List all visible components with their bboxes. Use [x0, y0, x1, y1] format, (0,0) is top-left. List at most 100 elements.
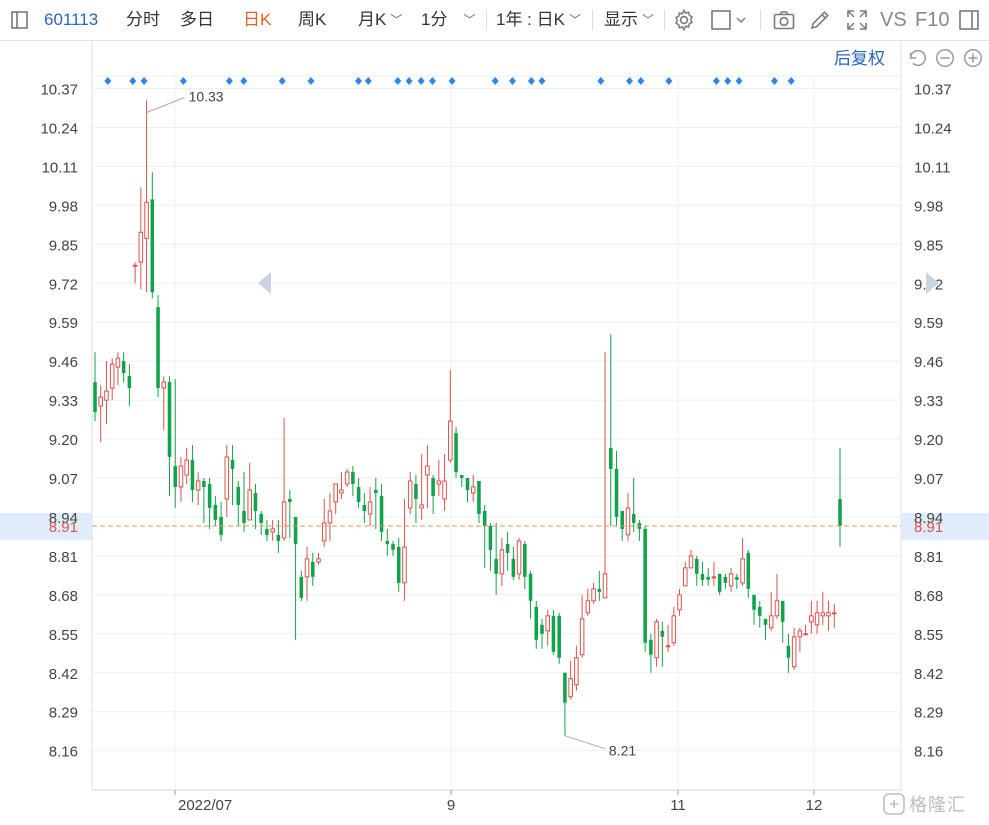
undo-icon[interactable] — [906, 47, 928, 69]
candle-body[interactable] — [419, 504, 424, 509]
candle-body[interactable] — [202, 480, 206, 487]
candle-body[interactable] — [465, 478, 470, 490]
candle-body[interactable] — [448, 420, 453, 461]
event-marker[interactable] — [179, 77, 187, 85]
candle-body[interactable] — [682, 567, 688, 587]
candle-body[interactable] — [516, 540, 522, 575]
candle-body[interactable] — [763, 618, 768, 625]
f10-button[interactable]: F10 — [915, 0, 949, 40]
event-marker[interactable] — [428, 77, 436, 85]
candle-body[interactable] — [585, 600, 591, 614]
candle-body[interactable] — [665, 645, 671, 648]
candle-body[interactable] — [454, 433, 458, 473]
candle-body[interactable] — [470, 486, 476, 494]
candle-body[interactable] — [563, 672, 567, 703]
candle-body[interactable] — [568, 678, 573, 698]
candle-body[interactable] — [625, 507, 631, 536]
candle-body[interactable] — [344, 471, 350, 485]
candle-body[interactable] — [436, 480, 442, 485]
event-marker[interactable] — [735, 77, 743, 85]
event-marker[interactable] — [129, 77, 137, 85]
candle-body[interactable] — [551, 615, 556, 652]
candle-body[interactable] — [694, 558, 699, 574]
candle-body[interactable] — [333, 483, 338, 503]
candle-body[interactable] — [511, 558, 516, 577]
candle-body[interactable] — [414, 483, 418, 499]
candle-body[interactable] — [144, 201, 149, 239]
candle-body[interactable] — [236, 486, 241, 505]
candle-body[interactable] — [597, 588, 602, 592]
camera-icon[interactable] — [772, 8, 796, 32]
event-marker[interactable] — [597, 77, 605, 85]
vs-button[interactable]: VS — [880, 0, 907, 40]
event-marker[interactable] — [771, 77, 778, 85]
pencil-icon[interactable] — [808, 8, 832, 32]
chart-area[interactable]: 10.37 10.37 10.24 10.24 10.11 10.11 9.98 9.98 9.… — [0, 0, 989, 825]
candle-body[interactable] — [247, 489, 253, 521]
candle-body[interactable] — [327, 510, 333, 524]
candle-body[interactable] — [281, 501, 287, 539]
candle-body[interactable] — [270, 528, 275, 533]
adjust-button[interactable]: 后复权 — [834, 46, 885, 72]
candle-body[interactable] — [213, 504, 218, 520]
candle-body[interactable] — [499, 549, 505, 575]
candle-body[interactable] — [677, 594, 682, 611]
candle-body[interactable] — [768, 615, 774, 629]
candle-body[interactable] — [523, 543, 527, 577]
candle-body[interactable] — [735, 576, 739, 580]
event-marker[interactable] — [364, 77, 372, 85]
candle-body[interactable] — [752, 594, 756, 610]
tab-intraday[interactable]: 分时 — [126, 0, 160, 40]
candle-body[interactable] — [293, 516, 298, 544]
candle-body[interactable] — [757, 606, 762, 616]
stock-code[interactable]: 601113 — [44, 0, 98, 40]
tab-multi-day[interactable]: 多日 — [180, 0, 214, 40]
tab-1-minute[interactable]: 1分 ﹀ — [421, 0, 475, 40]
candle-body[interactable] — [98, 396, 104, 407]
candle-body[interactable] — [362, 504, 367, 511]
candle-body[interactable] — [826, 612, 831, 617]
tab-weekly-k[interactable]: 周K — [298, 0, 326, 40]
event-marker[interactable] — [448, 77, 456, 85]
event-marker[interactable] — [240, 77, 248, 85]
candle-body[interactable] — [482, 510, 487, 526]
candle-body[interactable] — [288, 498, 292, 502]
event-marker[interactable] — [538, 77, 546, 85]
candle-body[interactable] — [643, 528, 647, 643]
candle-body[interactable] — [831, 612, 837, 615]
event-marker[interactable] — [354, 77, 362, 85]
candle-body[interactable] — [259, 513, 263, 523]
candle-body[interactable] — [711, 576, 717, 579]
candle-body[interactable] — [688, 555, 694, 569]
candle-body[interactable] — [631, 513, 636, 523]
candle-body[interactable] — [746, 552, 751, 589]
gear-icon[interactable] — [672, 8, 696, 32]
candle-body[interactable] — [505, 543, 510, 553]
candle-body[interactable] — [786, 645, 791, 658]
candle-body[interactable] — [93, 382, 97, 413]
candle-body[interactable] — [242, 510, 246, 523]
candle-body[interactable] — [431, 478, 435, 496]
candle-body[interactable] — [809, 615, 814, 623]
event-marker[interactable] — [626, 77, 634, 85]
event-marker[interactable] — [307, 77, 315, 85]
candle-body[interactable] — [728, 573, 734, 587]
candle-body[interactable] — [156, 307, 160, 389]
fullscreen-icon[interactable] — [845, 8, 869, 32]
candle-body[interactable] — [127, 376, 132, 389]
candle-body[interactable] — [195, 480, 201, 491]
candle-body[interactable] — [774, 600, 780, 617]
candlestick-chart[interactable]: 10.37 10.37 10.24 10.24 10.11 10.11 9.98 9.98 9.… — [0, 0, 989, 825]
zoom-in-icon[interactable] — [962, 47, 984, 69]
candle-body[interactable] — [528, 573, 533, 601]
candle-body[interactable] — [356, 486, 361, 502]
candle-body[interactable] — [838, 498, 842, 526]
candle-body[interactable] — [557, 615, 561, 658]
candle-body[interactable] — [367, 501, 373, 515]
candle-body[interactable] — [161, 381, 167, 389]
candle-body[interactable] — [379, 495, 384, 532]
zoom-out-icon[interactable] — [934, 47, 956, 69]
candle-body[interactable] — [425, 465, 430, 476]
tab-monthly-k[interactable]: 月K ﹀ — [358, 0, 402, 40]
candle-body[interactable] — [654, 621, 659, 659]
